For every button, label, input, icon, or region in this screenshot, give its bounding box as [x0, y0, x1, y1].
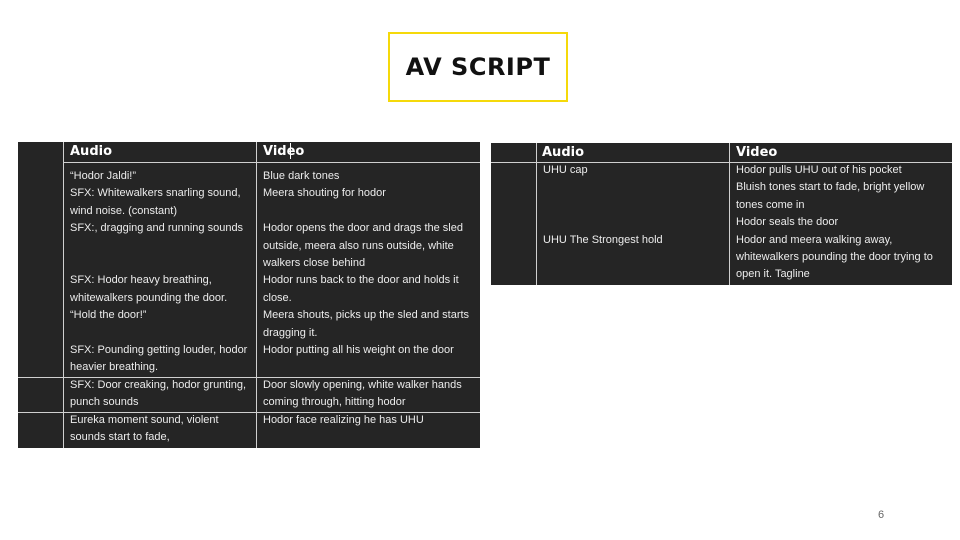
right-header-video: Video: [736, 145, 778, 160]
right-row-1-audio: UHU cap UHU The Strongest hold: [543, 164, 663, 246]
right-header-audio: Audio: [542, 145, 585, 160]
left-row-3-video: Hodor face realizing he has UHU: [263, 414, 424, 426]
slide-title: AV SCRIPT: [405, 53, 551, 81]
left-header-audio: Audio: [70, 144, 113, 159]
right-table-col-divider-1: [536, 143, 537, 285]
left-row-2-video: Door slowly opening, white walker hands …: [263, 379, 462, 409]
text-cursor: [290, 143, 291, 159]
left-row-3-audio: Eureka moment sound, violent sounds star…: [70, 414, 219, 444]
right-table-col-divider-2: [729, 143, 730, 285]
left-row-2-audio: SFX: Door creaking, hodor grunting, punc…: [70, 379, 247, 409]
left-av-table: Audio Video “Hodor Jaldi!” SFX: Whitewal…: [18, 142, 480, 448]
left-row-1-audio: “Hodor Jaldi!” SFX: Whitewalkers snarlin…: [70, 170, 248, 374]
right-av-table: Audio Video UHU cap UHU The Strongest ho…: [491, 143, 952, 285]
left-header-video: Video: [263, 144, 305, 159]
title-box: AV SCRIPT: [388, 32, 568, 102]
left-table-col-divider-2: [256, 142, 257, 448]
left-table-col-divider-1: [63, 142, 64, 448]
left-row-1-video: Blue dark tones Meera shouting for hodor…: [263, 170, 470, 357]
page-number: 6: [878, 509, 885, 521]
left-table-header-divider: [63, 162, 480, 163]
right-row-1-video: Hodor pulls UHU out of his pocket Bluish…: [736, 164, 933, 281]
